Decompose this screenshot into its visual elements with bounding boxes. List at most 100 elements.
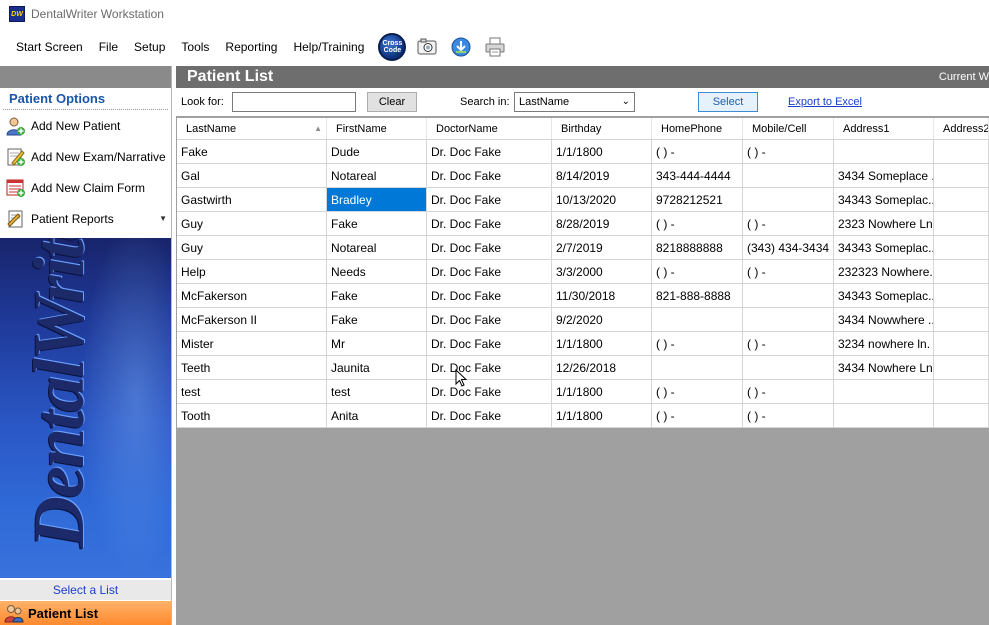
table-row[interactable]: Fake Dude Dr. Doc Fake 1/1/1800( ) -( ) - [177, 140, 989, 164]
cell-birthday[interactable]: 8/28/2019 [552, 212, 652, 235]
cell-doctorname[interactable]: Dr. Doc Fake [427, 260, 552, 283]
menu-start-screen[interactable]: Start Screen [0, 30, 91, 64]
printer-icon[interactable] [482, 34, 508, 60]
cell-address2[interactable] [934, 308, 989, 331]
cell-mobile[interactable]: ( ) - [743, 140, 834, 163]
cell-address2[interactable] [934, 164, 989, 187]
cell-firstname[interactable]: Anita [327, 404, 427, 427]
select-a-list-link[interactable]: Select a List [0, 580, 171, 600]
menu-tools[interactable]: Tools [173, 30, 217, 64]
cell-firstname[interactable]: Fake [327, 284, 427, 307]
patient-list-nav-item[interactable]: Patient List [0, 601, 171, 625]
cell-doctorname[interactable]: Dr. Doc Fake [427, 164, 552, 187]
column-header-birthday[interactable]: Birthday [552, 118, 652, 139]
cell-address2[interactable] [934, 212, 989, 235]
cell-lastname[interactable]: McFakerson [177, 284, 327, 307]
cell-doctorname[interactable]: Dr. Doc Fake [427, 236, 552, 259]
cell-firstname[interactable]: Notareal [327, 236, 427, 259]
cell-homephone[interactable]: 821-888-8888 [652, 284, 743, 307]
cell-mobile[interactable] [743, 356, 834, 379]
cell-firstname[interactable]: Mr [327, 332, 427, 355]
cell-homephone[interactable]: ( ) - [652, 212, 743, 235]
cell-lastname[interactable]: Fake [177, 140, 327, 163]
cell-address2[interactable] [934, 284, 989, 307]
menu-help-training[interactable]: Help/Training [285, 30, 372, 64]
cell-homephone[interactable]: 8218888888 [652, 236, 743, 259]
cell-address2[interactable] [934, 188, 989, 211]
cell-birthday[interactable]: 8/14/2019 [552, 164, 652, 187]
camera-icon[interactable] [414, 34, 440, 60]
cell-homephone[interactable]: 9728212521 [652, 188, 743, 211]
cell-lastname[interactable]: Gastwirth [177, 188, 327, 211]
cell-address1[interactable]: 232323 Nowhere... [834, 260, 934, 283]
cell-lastname[interactable]: Guy [177, 212, 327, 235]
cell-address2[interactable] [934, 260, 989, 283]
cell-address1[interactable]: 34343 Someplac... [834, 188, 934, 211]
cell-homephone[interactable]: ( ) - [652, 260, 743, 283]
cell-doctorname[interactable]: Dr. Doc Fake [427, 284, 552, 307]
cell-doctorname[interactable]: Dr. Doc Fake [427, 188, 552, 211]
cell-mobile[interactable]: ( ) - [743, 404, 834, 427]
column-header-mobile[interactable]: Mobile/Cell [743, 118, 834, 139]
cell-lastname[interactable]: Teeth [177, 356, 327, 379]
cell-homephone[interactable] [652, 308, 743, 331]
cell-firstname[interactable]: Dude [327, 140, 427, 163]
cell-birthday[interactable]: 1/1/1800 [552, 380, 652, 403]
cell-address2[interactable] [934, 356, 989, 379]
table-row[interactable]: Mister Mr Dr. Doc Fake 1/1/1800( ) -( ) -32… [177, 332, 989, 356]
cell-homephone[interactable]: 343-444-4444 [652, 164, 743, 187]
cell-address2[interactable] [934, 380, 989, 403]
cell-mobile[interactable] [743, 188, 834, 211]
cell-mobile[interactable]: ( ) - [743, 260, 834, 283]
add-new-exam-item[interactable]: Add New Exam/Narrative [0, 141, 171, 172]
cell-address1[interactable] [834, 140, 934, 163]
cell-lastname[interactable]: Tooth [177, 404, 327, 427]
cell-firstname[interactable]: Fake [327, 212, 427, 235]
cell-address1[interactable]: 3434 Nowwhere ... [834, 308, 934, 331]
cell-address2[interactable] [934, 140, 989, 163]
cell-birthday[interactable]: 3/3/2000 [552, 260, 652, 283]
cell-address2[interactable] [934, 404, 989, 427]
table-row[interactable]: Teeth Jaunita Dr. Doc Fake 12/26/2018 3434 N… [177, 356, 989, 380]
column-header-address2[interactable]: Address2 [934, 118, 989, 139]
cell-firstname[interactable]: Notareal [327, 164, 427, 187]
cell-lastname[interactable]: test [177, 380, 327, 403]
cell-doctorname[interactable]: Dr. Doc Fake [427, 140, 552, 163]
menu-file[interactable]: File [91, 30, 126, 64]
column-header-doctorname[interactable]: DoctorName [427, 118, 552, 139]
add-new-claim-form-item[interactable]: Add New Claim Form [0, 172, 171, 203]
cell-doctorname[interactable]: Dr. Doc Fake [427, 356, 552, 379]
cell-homephone[interactable] [652, 356, 743, 379]
chevron-down-icon[interactable]: ▼ [159, 214, 167, 223]
cell-address1[interactable]: 2323 Nowhere Ln. [834, 212, 934, 235]
cell-mobile[interactable]: ( ) - [743, 212, 834, 235]
table-row[interactable]: Help Needs Dr. Doc Fake 3/3/2000( ) -( ) -2… [177, 260, 989, 284]
cell-firstname[interactable]: test [327, 380, 427, 403]
cross-code-button[interactable]: Cross Code [378, 33, 407, 61]
cell-address1[interactable] [834, 404, 934, 427]
look-for-input[interactable] [232, 92, 356, 112]
cell-address2[interactable] [934, 332, 989, 355]
cell-mobile[interactable] [743, 284, 834, 307]
export-to-excel-link[interactable]: Export to Excel [788, 96, 862, 108]
table-row[interactable]: McFakerson Fake Dr. Doc Fake 11/30/2018 821-… [177, 284, 989, 308]
cell-address1[interactable]: 3434 Someplace ... [834, 164, 934, 187]
cell-doctorname[interactable]: Dr. Doc Fake [427, 212, 552, 235]
cell-firstname[interactable]: Fake [327, 308, 427, 331]
cell-firstname[interactable]: Jaunita [327, 356, 427, 379]
cell-birthday[interactable]: 1/1/1800 [552, 404, 652, 427]
column-header-address1[interactable]: Address1 [834, 118, 934, 139]
patient-reports-item[interactable]: Patient Reports ▼ [0, 203, 171, 234]
cell-firstname[interactable]: Bradley [327, 188, 427, 211]
cell-mobile[interactable]: (343) 434-3434 [743, 236, 834, 259]
table-row[interactable]: McFakerson II Fake Dr. Doc Fake 9/2/2020 343… [177, 308, 989, 332]
table-row[interactable]: Guy Notareal Dr. Doc Fake 2/7/2019 821888888… [177, 236, 989, 260]
cell-birthday[interactable]: 9/2/2020 [552, 308, 652, 331]
cell-birthday[interactable]: 1/1/1800 [552, 140, 652, 163]
column-header-homephone[interactable]: HomePhone [652, 118, 743, 139]
cell-mobile[interactable]: ( ) - [743, 332, 834, 355]
cell-birthday[interactable]: 11/30/2018 [552, 284, 652, 307]
cell-address2[interactable] [934, 236, 989, 259]
column-header-firstname[interactable]: FirstName [327, 118, 427, 139]
cell-address1[interactable]: 3234 nowhere ln. [834, 332, 934, 355]
